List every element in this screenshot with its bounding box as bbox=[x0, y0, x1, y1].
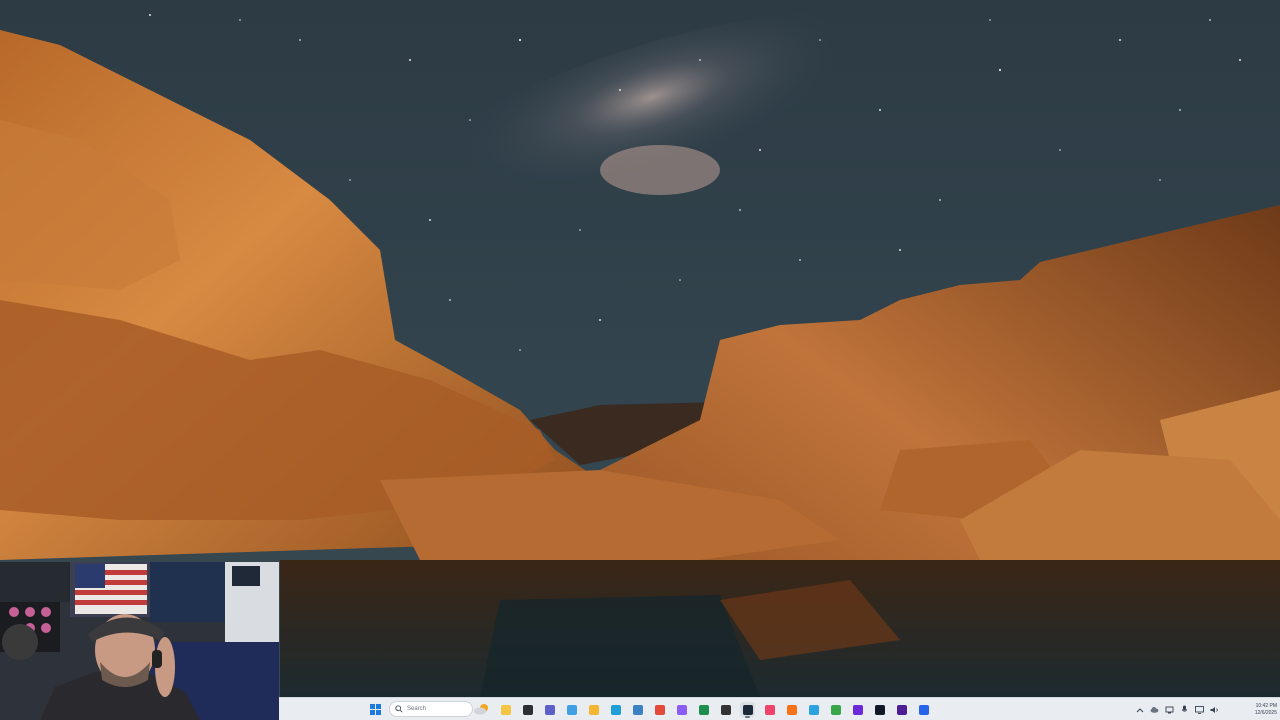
taskbar-app-circle-app[interactable] bbox=[850, 702, 865, 717]
search-box[interactable]: Search bbox=[389, 701, 473, 717]
taskbar-app-steam[interactable] bbox=[740, 702, 755, 718]
premiere-icon bbox=[896, 704, 907, 715]
xbox-icon bbox=[830, 704, 841, 715]
taskbar-app-xbox[interactable] bbox=[828, 702, 843, 717]
obs-icon bbox=[676, 704, 687, 715]
copilot-icon bbox=[566, 704, 577, 715]
taskbar-app-app-orange[interactable] bbox=[784, 702, 799, 717]
taskbar-app-chrome[interactable] bbox=[652, 702, 667, 717]
display-icon[interactable] bbox=[1195, 705, 1204, 714]
store-icon bbox=[632, 704, 643, 715]
chrome-icon bbox=[654, 704, 665, 715]
windows-start-icon bbox=[369, 703, 381, 715]
mic-icon[interactable] bbox=[1180, 705, 1189, 714]
active-indicator bbox=[745, 716, 750, 718]
desktop: Search 10:42 PM 12/6/2025 bbox=[0, 0, 1280, 720]
clock[interactable]: 10:42 PM 12/6/2025 bbox=[1241, 701, 1277, 718]
taskbar-app-video-app[interactable] bbox=[872, 702, 887, 717]
taskbar-app-obs[interactable] bbox=[674, 702, 689, 717]
webcam-person-icon bbox=[0, 562, 279, 720]
taskbar-app-folder[interactable] bbox=[586, 702, 601, 717]
clock-date: 12/6/2025 bbox=[1254, 709, 1277, 716]
system-tray bbox=[1135, 701, 1225, 718]
telegram-icon bbox=[808, 704, 819, 715]
taskbar-app-premiere[interactable] bbox=[894, 702, 909, 717]
cloud-icon[interactable] bbox=[1150, 705, 1159, 714]
taskbar-app-store[interactable] bbox=[630, 702, 645, 717]
app-icon bbox=[852, 704, 863, 715]
taskbar-app-telegram[interactable] bbox=[806, 702, 821, 717]
taskbar-app-excel[interactable] bbox=[696, 702, 711, 717]
edge-icon bbox=[610, 704, 621, 715]
folder-icon bbox=[588, 704, 599, 715]
webcam-overlay bbox=[0, 562, 279, 720]
terminal-icon bbox=[522, 704, 533, 715]
taskbar-app-copilot[interactable] bbox=[564, 702, 579, 717]
clock-time: 10:42 PM bbox=[1255, 702, 1277, 709]
steam-icon bbox=[742, 704, 753, 715]
app-icon bbox=[786, 704, 797, 715]
taskbar: Search 10:42 PM 12/6/2025 bbox=[279, 697, 1280, 720]
taskbar-app-davinci[interactable] bbox=[718, 702, 733, 717]
start-button[interactable] bbox=[368, 702, 382, 716]
music-icon bbox=[764, 704, 775, 715]
video-icon bbox=[874, 704, 885, 715]
folder-icon bbox=[500, 704, 511, 715]
search-icon bbox=[395, 705, 403, 713]
taskbar-app-teams[interactable] bbox=[542, 702, 557, 717]
weather-widget-icon bbox=[474, 704, 488, 715]
chevron-up-icon[interactable] bbox=[1135, 705, 1144, 714]
speaker-icon[interactable] bbox=[1210, 705, 1219, 714]
weather-widget[interactable] bbox=[473, 701, 491, 717]
taskbar-app-terminal[interactable] bbox=[520, 702, 535, 717]
taskbar-app-photos[interactable] bbox=[916, 702, 931, 717]
teams-icon bbox=[544, 704, 555, 715]
taskbar-app-music[interactable] bbox=[762, 702, 777, 717]
search-placeholder: Search bbox=[407, 706, 427, 712]
excel-icon bbox=[698, 704, 709, 715]
davinci-icon bbox=[720, 704, 731, 715]
taskbar-app-file-explorer[interactable] bbox=[498, 702, 513, 717]
photos-icon bbox=[918, 704, 929, 715]
taskbar-app-edge[interactable] bbox=[608, 702, 623, 717]
network-icon[interactable] bbox=[1165, 705, 1174, 714]
